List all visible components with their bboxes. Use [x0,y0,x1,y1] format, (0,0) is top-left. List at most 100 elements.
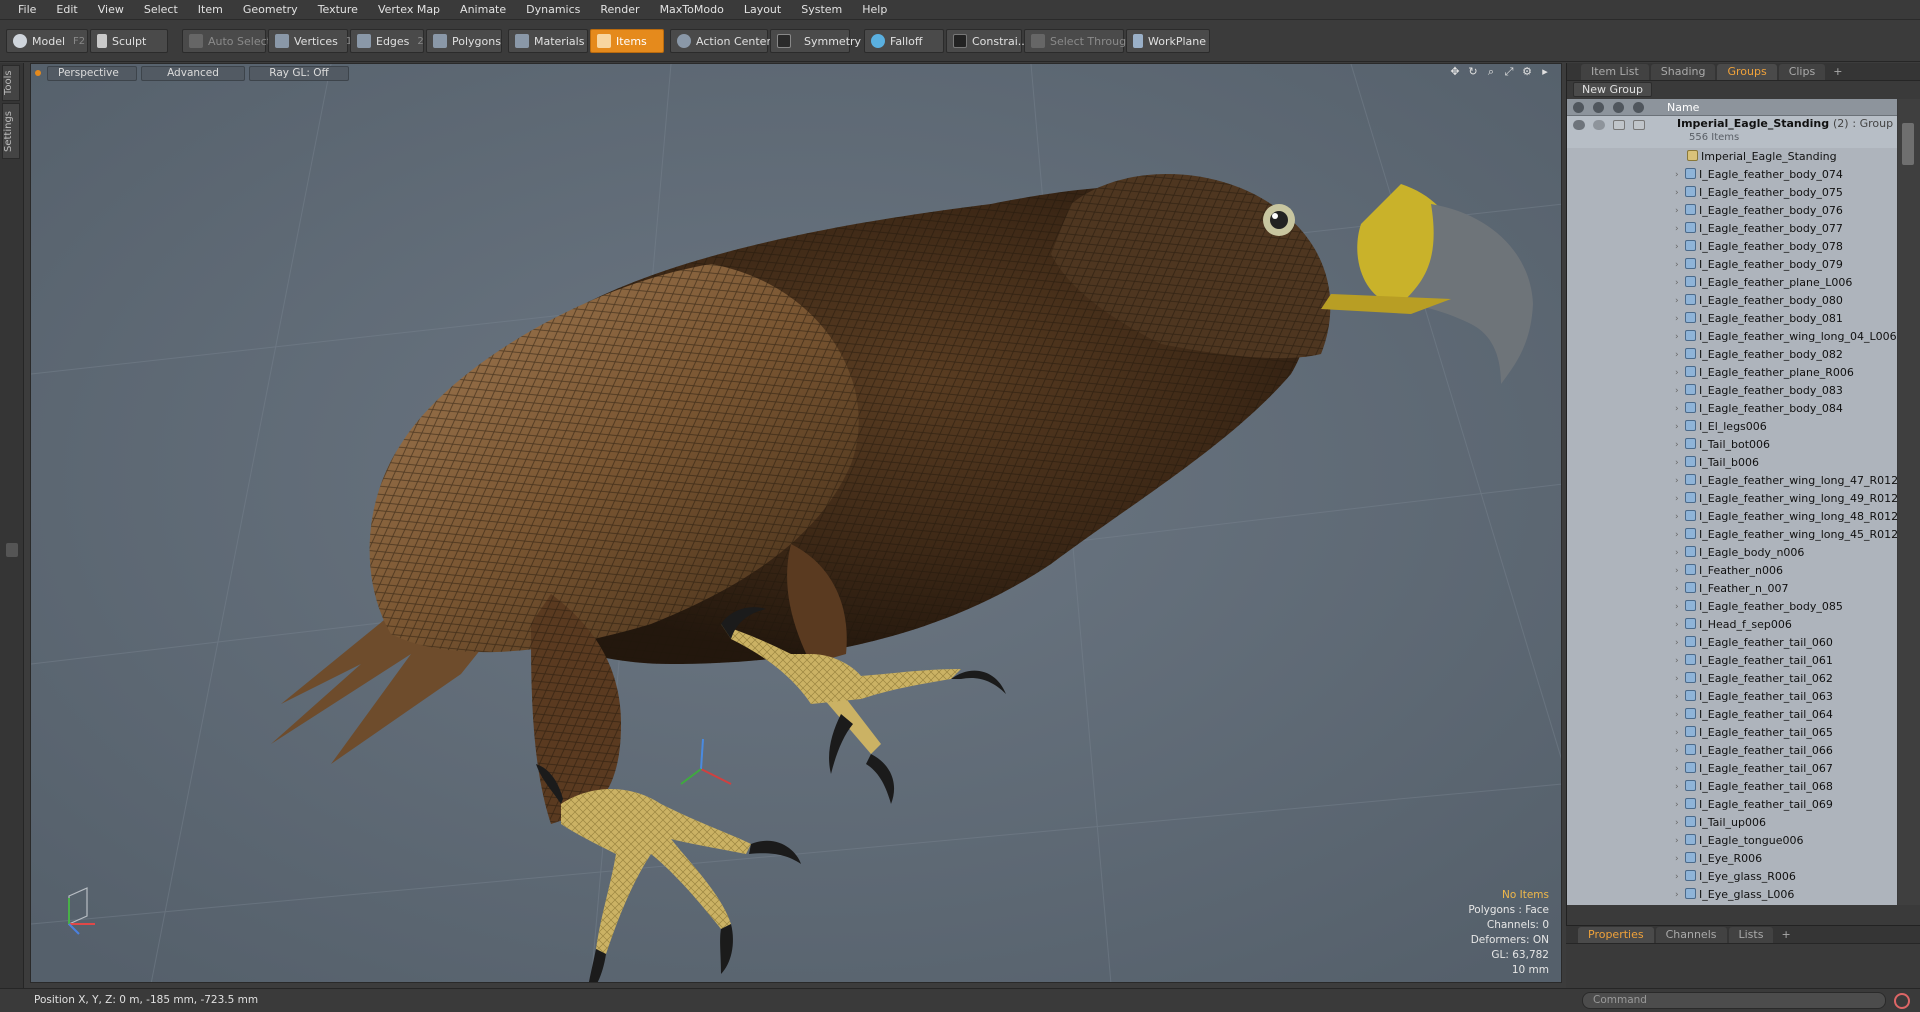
list-item[interactable]: › I_Eagle_feather_tail_064 [1567,706,1897,724]
menu-file[interactable]: File [8,0,46,20]
list-item[interactable]: › I_Eagle_feather_plane_L006 [1567,274,1897,292]
workplane-button[interactable]: WorkPlane [1126,29,1210,53]
expand-icon[interactable]: › [1675,238,1679,256]
menu-geometry[interactable]: Geometry [233,0,308,20]
expand-icon[interactable]: › [1675,868,1679,886]
list-item[interactable]: › I_Eagle_feather_tail_062 [1567,670,1897,688]
list-item[interactable]: › I_Eye_R006 [1567,850,1897,868]
expand-icon[interactable]: › [1675,526,1679,544]
falloff-button[interactable]: Falloff [864,29,944,53]
list-item[interactable]: › I_Eagle_feather_body_075 [1567,184,1897,202]
tab-channels[interactable]: Channels [1655,927,1727,943]
expand-icon[interactable]: › [1675,706,1679,724]
menu-select[interactable]: Select [134,0,188,20]
command-run-icon[interactable] [1894,993,1910,1009]
list-item[interactable]: › I_Eagle_feather_body_079 [1567,256,1897,274]
list-item[interactable]: › I_Eagle_feather_tail_060 [1567,634,1897,652]
expand-icon[interactable]: › [1675,832,1679,850]
expand-icon[interactable]: › [1675,652,1679,670]
model-button[interactable]: Model F2 [6,29,88,53]
expand-icon[interactable]: › [1675,400,1679,418]
tab-properties[interactable]: Properties [1578,927,1654,943]
select-through-button[interactable]: Select Through [1024,29,1133,53]
expand-icon[interactable]: › [1675,724,1679,742]
menu-system[interactable]: System [791,0,852,20]
expand-icon[interactable]: › [1675,364,1679,382]
list-item[interactable]: › I_Eagle_feather_body_082 [1567,346,1897,364]
list-item[interactable]: › I_Eagle_feather_plane_R006 [1567,364,1897,382]
menu-render[interactable]: Render [590,0,649,20]
expand-icon[interactable]: › [1675,382,1679,400]
expand-icon[interactable]: › [1675,328,1679,346]
expand-icon[interactable]: › [1675,742,1679,760]
list-item[interactable]: › I_Eagle_feather_tail_068 [1567,778,1897,796]
list-item[interactable]: › I_Eagle_body_n006 [1567,544,1897,562]
list-item[interactable]: › I_Eagle_feather_wing_long_48_R012 [1567,508,1897,526]
tab-item-list[interactable]: Item List [1581,64,1649,80]
expand-icon[interactable]: › [1675,544,1679,562]
raygl-button[interactable]: Ray GL: Off [249,65,349,81]
rotate-icon[interactable]: ↻ [1467,66,1479,78]
list-item[interactable]: › I_Eagle_feather_body_078 [1567,238,1897,256]
list-item[interactable]: › I_Feather_n006 [1567,562,1897,580]
list-item[interactable]: Imperial_Eagle_Standing [1567,148,1897,166]
edges-button[interactable]: Edges 2 [350,29,424,53]
tab-clips[interactable]: Clips [1778,64,1826,80]
expand-icon[interactable]: › [1675,670,1679,688]
expand-icon[interactable]: › [1675,562,1679,580]
tree-scrollbar[interactable] [1898,99,1920,905]
tab-add[interactable]: + [1827,64,1848,80]
list-item[interactable]: › I_Eagle_feather_body_076 [1567,202,1897,220]
list-item[interactable]: › I_Tail_bot006 [1567,436,1897,454]
list-item[interactable]: › I_Eagle_feather_body_074 [1567,166,1897,184]
list-item[interactable]: › I_Eagle_tongue006 [1567,832,1897,850]
expand-icon[interactable]: › [1675,508,1679,526]
menu-edit[interactable]: Edit [46,0,87,20]
expand-icon[interactable]: › [1675,202,1679,220]
list-item[interactable]: › I_Eye_glass_R006 [1567,868,1897,886]
expand-icon[interactable]: › [1675,778,1679,796]
list-item[interactable]: › I_Eagle_feather_body_084 [1567,400,1897,418]
menu-texture[interactable]: Texture [308,0,368,20]
list-item[interactable]: › I_Eagle_feather_tail_067 [1567,760,1897,778]
name-column-header[interactable]: Name [1667,101,1699,114]
expand-icon[interactable]: › [1675,814,1679,832]
list-item[interactable]: › I_Tail_up006 [1567,814,1897,832]
list-item[interactable]: › I_Eagle_feather_tail_063 [1567,688,1897,706]
expand-icon[interactable]: › [1675,454,1679,472]
expand-icon[interactable]: › [1675,184,1679,202]
expand-icon[interactable]: › [1675,598,1679,616]
gear-icon[interactable]: ⚙ [1521,66,1533,78]
advanced-button[interactable]: Advanced [141,65,245,81]
menu-help[interactable]: Help [852,0,897,20]
auto-select-button[interactable]: Auto Select [182,29,271,53]
tab-lists[interactable]: Lists [1728,927,1774,943]
list-item[interactable]: › I_Eagle_feather_tail_061 [1567,652,1897,670]
list-item[interactable]: › I_Eagle_feather_body_085 [1567,598,1897,616]
expand-icon[interactable]: › [1675,886,1679,904]
menu-view[interactable]: View [88,0,134,20]
3d-viewport[interactable]: Perspective Advanced Ray GL: Off ✥ ↻ ⌕ ⤢… [30,63,1562,983]
expand-icon[interactable]: › [1675,418,1679,436]
chevron-right-icon[interactable]: ▸ [1539,66,1551,78]
move-icon[interactable]: ✥ [1449,66,1461,78]
group-root-row[interactable]: Imperial_Eagle_Standing (2) : Group 556 … [1567,116,1897,148]
list-item[interactable]: › I_Eagle_feather_body_080 [1567,292,1897,310]
list-item[interactable]: › I_Tail_b006 [1567,454,1897,472]
perspective-button[interactable]: Perspective [47,65,137,81]
tab-settings[interactable]: Settings [2,103,20,159]
command-input[interactable]: Command [1582,992,1886,1009]
list-item[interactable]: › I_Eye_glass_L006 [1567,886,1897,904]
menu-vertex-map[interactable]: Vertex Map [368,0,450,20]
expand-icon[interactable]: › [1675,796,1679,814]
visibility-toggle[interactable] [1573,120,1585,130]
expand-icon[interactable]: › [1675,616,1679,634]
list-item[interactable]: › I_Head_f_sep006 [1567,616,1897,634]
expand-icon[interactable]: › [1675,436,1679,454]
action-center-button[interactable]: Action Center [670,29,771,53]
expand-icon[interactable]: › [1675,346,1679,364]
list-item[interactable]: › I_Feather_n_007 [1567,580,1897,598]
expand-icon[interactable]: › [1675,688,1679,706]
expand-icon[interactable]: › [1675,292,1679,310]
expand-icon[interactable]: › [1675,850,1679,868]
